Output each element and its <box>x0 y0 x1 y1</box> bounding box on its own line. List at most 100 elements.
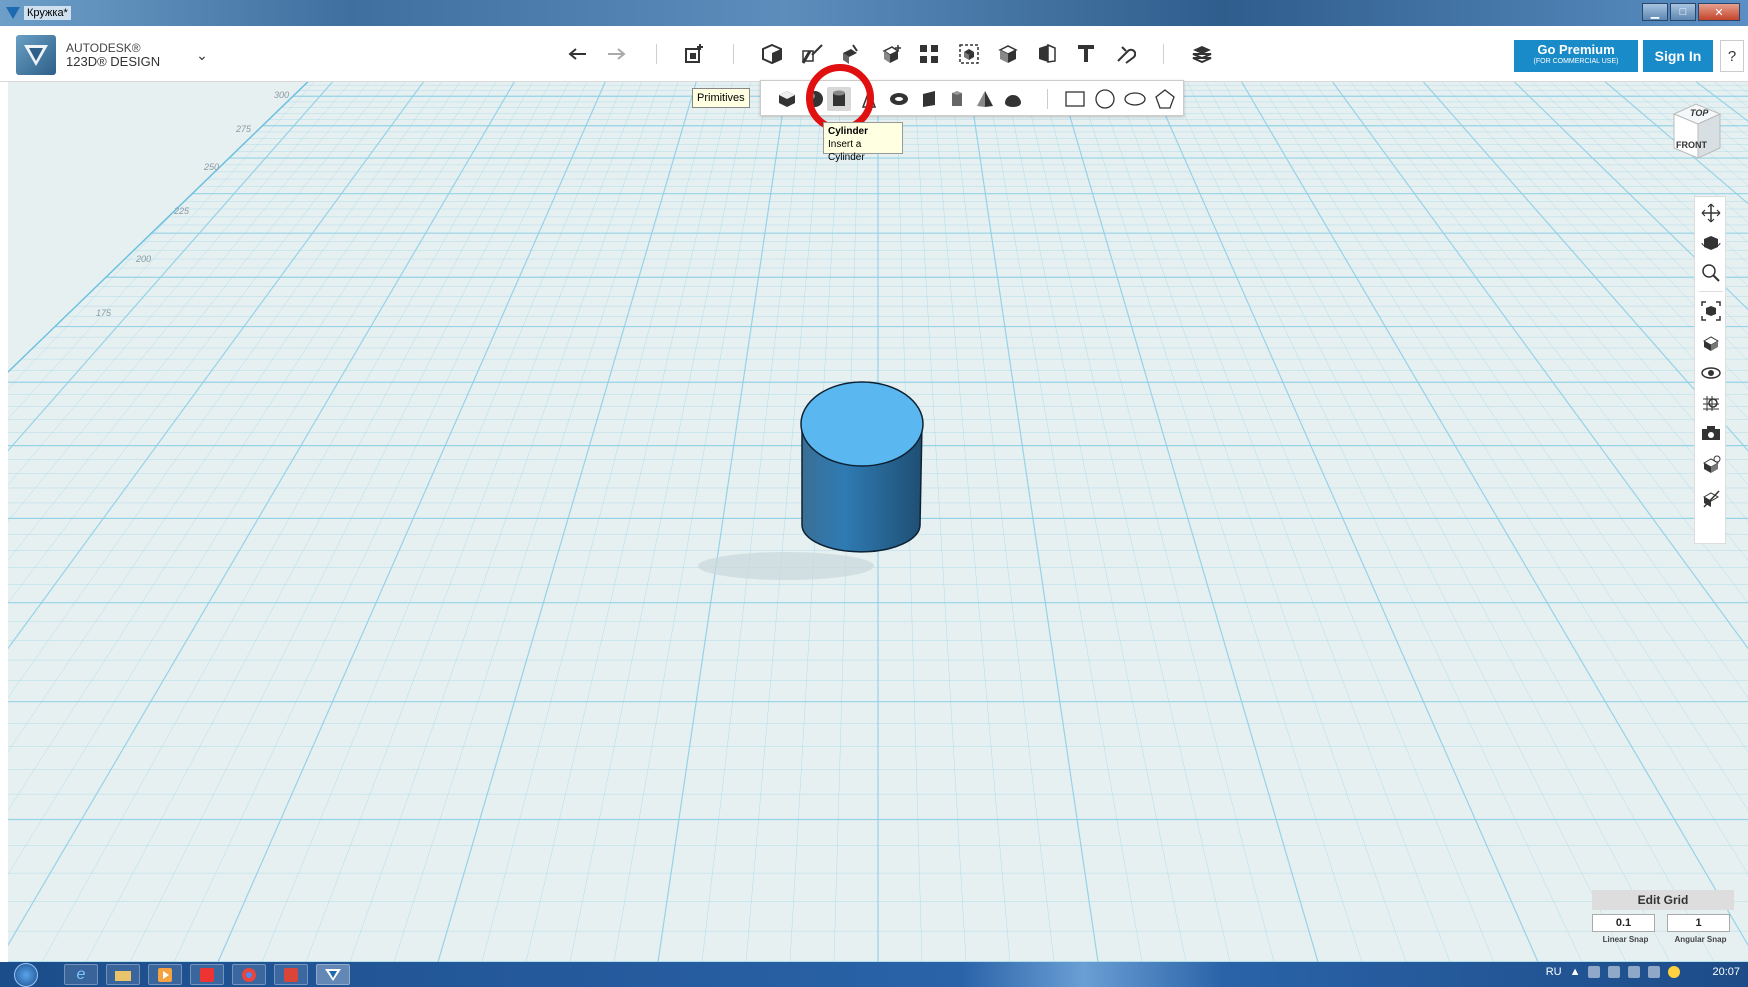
grid-line <box>1168 82 1583 962</box>
snap-icon[interactable] <box>1111 40 1139 68</box>
start-button[interactable] <box>14 963 38 987</box>
ruler-label: 300 <box>274 90 289 100</box>
grid-line <box>1059 82 1319 962</box>
pyramid-icon[interactable] <box>973 87 997 111</box>
box-icon[interactable] <box>775 87 799 111</box>
viewcube-front-label: FRONT <box>1676 140 1707 150</box>
material-view-icon[interactable] <box>1699 453 1723 477</box>
prism-icon[interactable] <box>945 87 969 111</box>
pan-icon[interactable] <box>1699 201 1723 225</box>
premium-label: Go Premium <box>1537 42 1615 57</box>
help-button[interactable]: ? <box>1720 40 1744 72</box>
grid-line <box>1150 82 1539 962</box>
grid-line <box>1132 82 1495 962</box>
modify-icon[interactable] <box>876 40 904 68</box>
grid-line <box>1205 82 1671 962</box>
ruler-label: 250 <box>203 162 219 172</box>
redo-icon[interactable] <box>602 40 630 68</box>
grid-line <box>1041 82 1275 962</box>
grid-line <box>1259 82 1748 875</box>
grid-line <box>932 82 1011 962</box>
pattern-icon[interactable] <box>915 40 943 68</box>
minimize-button[interactable]: ▁ <box>1642 3 1668 21</box>
grid-line <box>1331 82 1748 650</box>
grid-line <box>305 82 642 962</box>
fit-icon[interactable] <box>1699 299 1723 323</box>
viewcube-top-label: TOP <box>1690 108 1709 118</box>
media-taskbar-icon[interactable] <box>148 964 182 985</box>
combine-icon[interactable] <box>994 40 1022 68</box>
toolbar-separator <box>733 44 734 64</box>
orbit-icon[interactable] <box>1699 231 1723 255</box>
grid-line <box>1223 82 1715 962</box>
hemisphere-icon[interactable] <box>1001 87 1025 111</box>
material-icon[interactable] <box>1188 40 1216 68</box>
volume-icon[interactable] <box>1648 966 1661 978</box>
grid-icon[interactable] <box>1699 391 1723 415</box>
toolbar-separator <box>1163 44 1164 64</box>
primitives-icon[interactable] <box>758 40 786 68</box>
rectangle-icon[interactable] <box>1063 87 1087 111</box>
visibility-icon[interactable] <box>1699 361 1723 385</box>
edit-grid-button[interactable]: Edit Grid <box>1592 890 1734 910</box>
clock[interactable]: 20:07 <box>1712 966 1740 978</box>
wedge-icon[interactable] <box>917 87 941 111</box>
new-shape-icon[interactable] <box>680 40 708 68</box>
chevron-down-icon[interactable]: ⌄ <box>196 47 208 64</box>
tooltip-title: Cylinder <box>828 126 869 137</box>
camera-icon[interactable] <box>1699 421 1723 445</box>
group-icon[interactable] <box>955 40 983 68</box>
viewport-canvas[interactable]: 300 275 250 225 200 175 <box>8 82 1748 962</box>
123d-taskbar-icon[interactable] <box>316 964 350 985</box>
flyout-separator <box>1047 89 1048 109</box>
brand-text: AUTODESK® 123D® DESIGN <box>66 41 160 69</box>
grid-line <box>657 82 788 962</box>
app-taskbar-icon[interactable] <box>274 964 308 985</box>
polygon-icon[interactable] <box>1153 87 1177 111</box>
system-tray: RU ▲ 20:07 <box>1546 966 1740 978</box>
sketch-icon[interactable] <box>798 40 826 68</box>
nav-separator <box>1699 291 1723 292</box>
yandex-taskbar-icon[interactable] <box>190 964 224 985</box>
grid-line <box>986 82 1143 962</box>
linear-snap-input[interactable]: 0.1 <box>1592 914 1655 932</box>
grid-line <box>701 82 806 962</box>
torus-icon[interactable] <box>887 87 911 111</box>
update-icon[interactable] <box>1668 966 1681 978</box>
explorer-taskbar-icon[interactable] <box>106 964 140 985</box>
circle-icon[interactable] <box>1093 87 1117 111</box>
ellipse-icon[interactable] <box>1123 87 1147 111</box>
grid-line <box>217 82 606 962</box>
windows-taskbar: e RU ▲ 20:07 <box>0 962 1748 987</box>
brand[interactable]: AUTODESK® 123D® DESIGN ⌄ <box>16 35 208 75</box>
sign-in-button[interactable]: Sign In <box>1643 40 1713 72</box>
grid-line <box>1350 82 1748 604</box>
flag-icon[interactable] <box>1588 966 1601 978</box>
view-cube[interactable]: TOP FRONT <box>1672 100 1722 160</box>
view-icon[interactable] <box>1699 331 1723 355</box>
chrome-taskbar-icon[interactable] <box>232 964 266 985</box>
network-icon[interactable] <box>1608 966 1621 978</box>
grid-line <box>349 82 661 962</box>
tray-arrow-icon[interactable]: ▲ <box>1570 966 1581 978</box>
grid-line <box>950 82 1055 962</box>
language-indicator[interactable]: RU <box>1546 966 1562 978</box>
close-button[interactable]: ✕ <box>1698 3 1740 21</box>
grid-line <box>968 82 1099 962</box>
app-logo-icon <box>16 35 56 75</box>
ie-taskbar-icon[interactable]: e <box>64 964 98 985</box>
go-premium-button[interactable]: Go Premium (FOR COMMERCIAL USE) <box>1514 40 1638 72</box>
undo-icon[interactable] <box>564 40 592 68</box>
premium-sublabel: (FOR COMMERCIAL USE) <box>1533 58 1619 65</box>
window-titlebar: Кружка* ▁ □ ✕ <box>0 0 1748 26</box>
grid-line <box>1023 82 1231 962</box>
zoom-icon[interactable] <box>1699 261 1723 285</box>
snap-view-icon[interactable] <box>1699 487 1723 511</box>
brand-company: AUTODESK® <box>66 41 141 55</box>
maximize-button[interactable]: □ <box>1670 3 1696 21</box>
angular-snap-label: Angular Snap <box>1674 935 1727 944</box>
angular-snap-input[interactable]: 1 <box>1667 914 1730 932</box>
text-icon[interactable] <box>1072 40 1100 68</box>
monitor-icon[interactable] <box>1628 966 1641 978</box>
measure-icon[interactable] <box>1033 40 1061 68</box>
